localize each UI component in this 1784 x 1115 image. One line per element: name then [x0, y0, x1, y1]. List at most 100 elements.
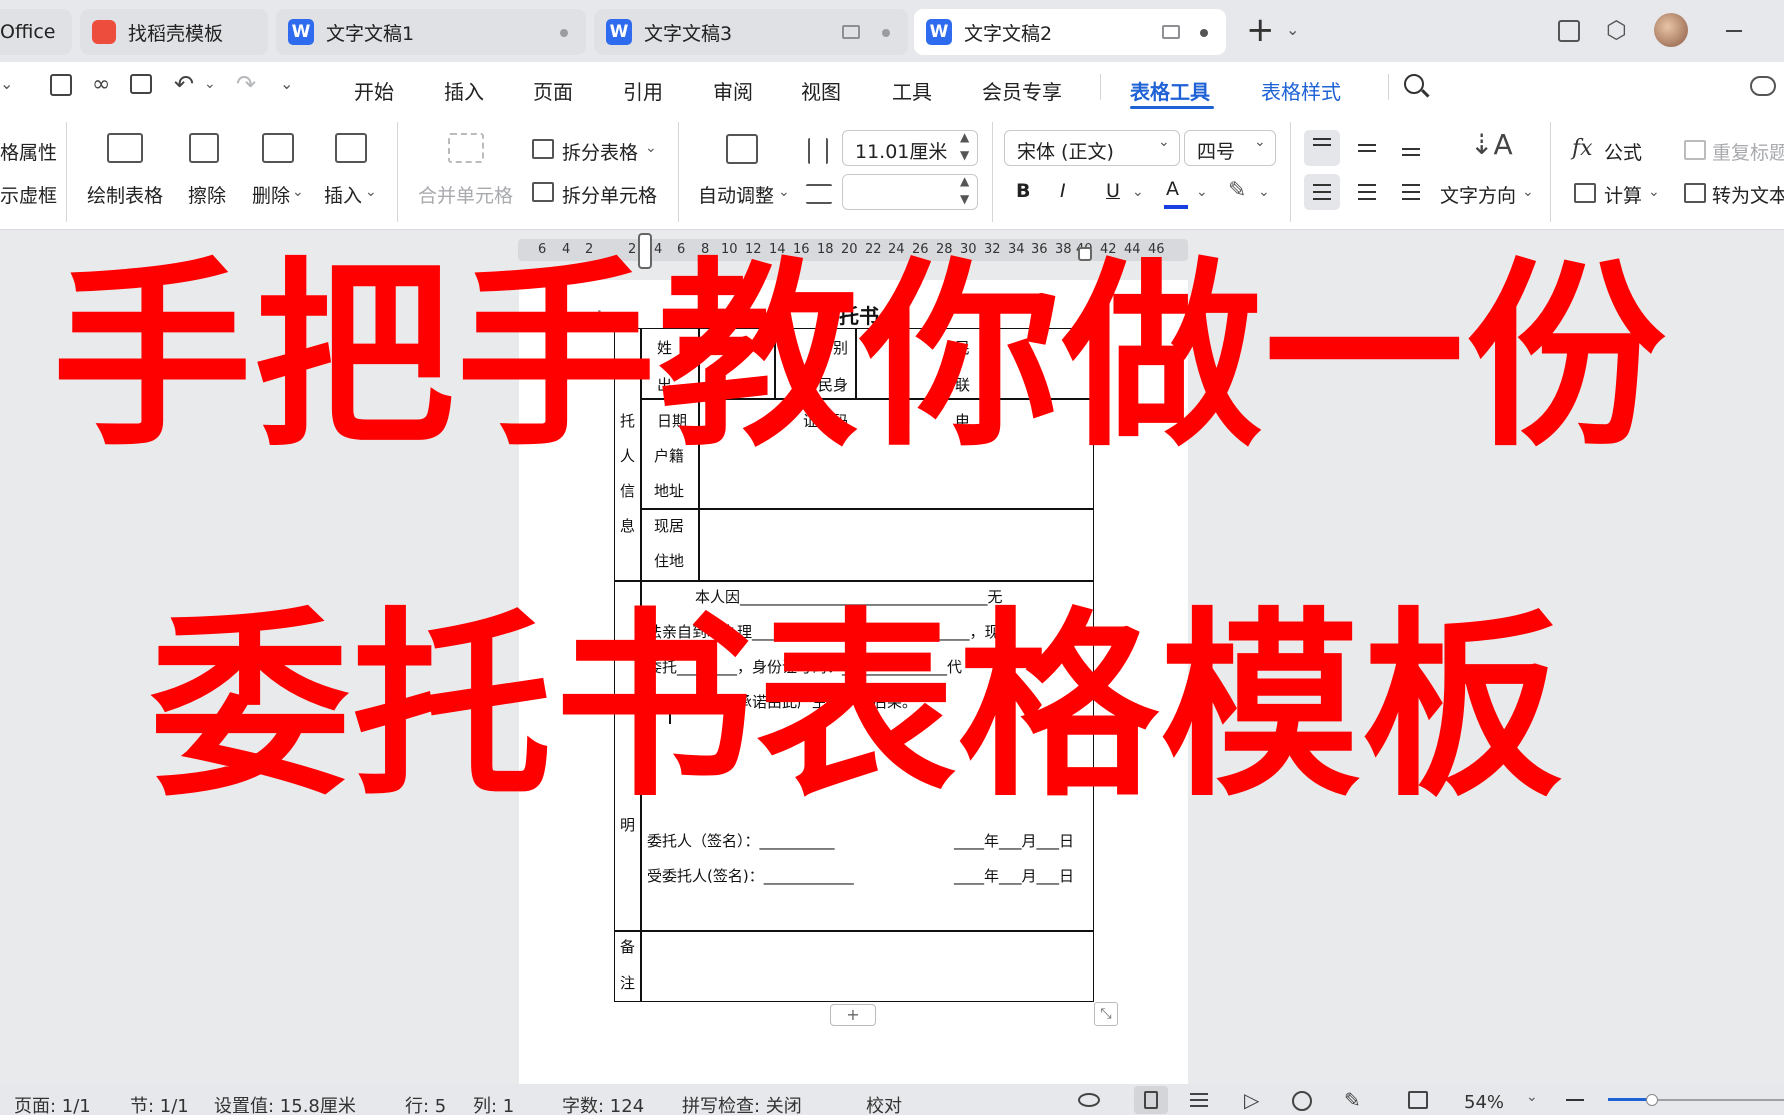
status-section[interactable]: 节: 1/1 — [130, 1092, 189, 1115]
section-label-char: 信 — [620, 482, 636, 500]
chevron-down-icon[interactable]: ⌄ — [280, 74, 293, 93]
menu-active-underline — [1130, 106, 1214, 109]
undo-icon[interactable]: ↶ — [174, 70, 194, 98]
auto-adjust-button[interactable]: 自动调整 — [698, 181, 774, 208]
zoom-out-icon[interactable] — [1566, 1099, 1584, 1101]
outline-view-icon[interactable] — [1190, 1093, 1208, 1095]
play-icon[interactable]: ▷ — [1244, 1088, 1259, 1112]
bold-button[interactable]: B — [1016, 180, 1030, 202]
font-name-select[interactable]: 宋体 (正文) — [1004, 130, 1180, 166]
chevron-down-icon: ⌄ — [1648, 184, 1660, 200]
split-table-button[interactable]: 拆分表格 — [562, 138, 638, 165]
stepper-down-icon[interactable]: ▼ — [960, 148, 969, 162]
tab-template-label: 找稻壳模板 — [128, 22, 224, 45]
table-line — [640, 930, 1094, 932]
menu-view[interactable]: 视图 — [801, 76, 841, 105]
monitor-icon — [842, 25, 860, 39]
print-preview-icon[interactable] — [130, 74, 152, 94]
add-row-button[interactable]: + — [830, 1004, 876, 1026]
stepper-up-icon[interactable]: ▲ — [960, 174, 969, 188]
section-label-char: 息 — [620, 517, 636, 535]
tab-doc1[interactable]: W 文字文稿1 — [276, 9, 586, 55]
resize-table-icon[interactable]: ⤡ — [1094, 1002, 1118, 1026]
pen-icon[interactable]: ✎ — [1344, 1088, 1361, 1112]
new-tab-button[interactable]: + — [1246, 10, 1275, 50]
stepper-up-icon[interactable]: ▲ — [960, 130, 969, 144]
status-page[interactable]: 页面: 1/1 — [14, 1092, 91, 1115]
align-center-icon[interactable] — [1358, 184, 1376, 186]
status-row[interactable]: 行: 5 — [405, 1092, 446, 1115]
delete-button[interactable]: 删除 — [252, 181, 290, 208]
chevron-down-icon[interactable]: ⌄ — [1526, 1089, 1538, 1105]
align-top-button[interactable] — [1304, 130, 1340, 166]
zoom-slider-thumb[interactable] — [1646, 1094, 1658, 1106]
chevron-down-icon[interactable]: ⌄ — [0, 74, 13, 93]
formula-button[interactable]: 公式 — [1604, 138, 1642, 165]
agent-signature[interactable]: 受委托人(签名)：____________ — [647, 865, 854, 886]
table-line — [614, 580, 1094, 582]
chevron-down-icon[interactable]: ⌄ — [1286, 20, 1299, 39]
menu-insert[interactable]: 插入 — [444, 76, 484, 105]
menu-page[interactable]: 页面 — [533, 76, 573, 105]
table-properties-button[interactable]: 格属性 — [0, 138, 57, 165]
status-proof[interactable]: 校对 — [866, 1092, 902, 1115]
status-col[interactable]: 列: 1 — [473, 1092, 514, 1115]
principal-date[interactable]: ____年___月___日 — [954, 830, 1074, 851]
status-words[interactable]: 字数: 124 — [562, 1092, 644, 1115]
align-right-icon[interactable] — [1402, 184, 1420, 186]
column-width-input[interactable]: 11.01厘米 — [842, 130, 978, 166]
insert-button[interactable]: 插入 — [324, 181, 362, 208]
tab-doc2[interactable]: W 文字文稿2 — [914, 9, 1226, 55]
row-height-input[interactable] — [842, 174, 978, 210]
repeat-header-button[interactable]: 重复标题 — [1712, 138, 1784, 165]
tab-doc2-status-dot-icon — [1200, 29, 1208, 37]
menu-member[interactable]: 会员专享 — [982, 76, 1062, 105]
cube-icon[interactable]: ⬡ — [1606, 16, 1627, 44]
tab-doc3-status-dot-icon — [882, 29, 890, 37]
draw-table-button[interactable]: 绘制表格 — [87, 181, 163, 208]
globe-icon[interactable] — [1292, 1091, 1312, 1111]
zoom-level[interactable]: 54% — [1464, 1092, 1504, 1113]
italic-button[interactable]: I — [1060, 180, 1066, 202]
menu-table-tools[interactable]: 表格工具 — [1130, 76, 1210, 105]
chevron-down-icon[interactable]: ⌄ — [204, 76, 216, 92]
status-spell-check[interactable]: 拼写检查: 关闭 — [682, 1092, 802, 1115]
stepper-down-icon[interactable]: ▼ — [960, 192, 969, 206]
status-setting[interactable]: 设置值: 15.8厘米 — [214, 1092, 356, 1115]
align-bottom-icon[interactable] — [1402, 148, 1420, 150]
split-cells-button[interactable]: 拆分单元格 — [562, 181, 657, 208]
search-icon-handle — [1421, 89, 1430, 98]
cloud-icon[interactable] — [1750, 76, 1776, 96]
save-icon[interactable] — [50, 74, 72, 96]
redo-icon[interactable]: ↷ — [236, 70, 256, 98]
agent-date[interactable]: ____年___月___日 — [954, 865, 1074, 886]
principal-signature[interactable]: 委托人（签名）：__________ — [647, 830, 835, 851]
fit-page-icon[interactable] — [1408, 1091, 1428, 1109]
text-direction-button[interactable]: 文字方向 — [1440, 181, 1516, 208]
menu-table-style[interactable]: 表格样式 — [1261, 76, 1341, 105]
avatar[interactable] — [1654, 13, 1688, 47]
align-middle-icon[interactable] — [1358, 144, 1376, 146]
menu-start[interactable]: 开始 — [354, 76, 394, 105]
erase-button[interactable]: 擦除 — [188, 181, 226, 208]
tab-template[interactable]: 找稻壳模板 — [80, 9, 268, 55]
convert-to-text-button[interactable]: 转为文本 — [1712, 181, 1784, 208]
link-icon[interactable]: ∞ — [92, 72, 110, 97]
highlight-icon[interactable]: ✎ — [1228, 178, 1246, 203]
ribbon-separator — [66, 122, 67, 222]
font-color-button[interactable]: A — [1166, 178, 1179, 200]
eye-icon[interactable] — [1078, 1093, 1100, 1107]
tab-doc3[interactable]: W 文字文稿3 — [594, 9, 908, 55]
underline-button[interactable]: U — [1106, 180, 1120, 202]
calculate-button[interactable]: 计算 — [1604, 181, 1642, 208]
merge-cells-button[interactable]: 合并单元格 — [418, 181, 513, 208]
minimize-icon[interactable] — [1726, 30, 1742, 32]
align-left-button[interactable] — [1304, 174, 1340, 210]
show-virtual-frame-button[interactable]: 示虚框 — [0, 181, 57, 208]
menu-reference[interactable]: 引用 — [623, 76, 663, 105]
draw-table-icon — [107, 133, 143, 163]
tab-office[interactable]: Office — [0, 9, 72, 55]
panel-icon[interactable] — [1558, 20, 1580, 42]
menu-tools[interactable]: 工具 — [892, 76, 932, 105]
menu-review[interactable]: 审阅 — [713, 76, 753, 105]
